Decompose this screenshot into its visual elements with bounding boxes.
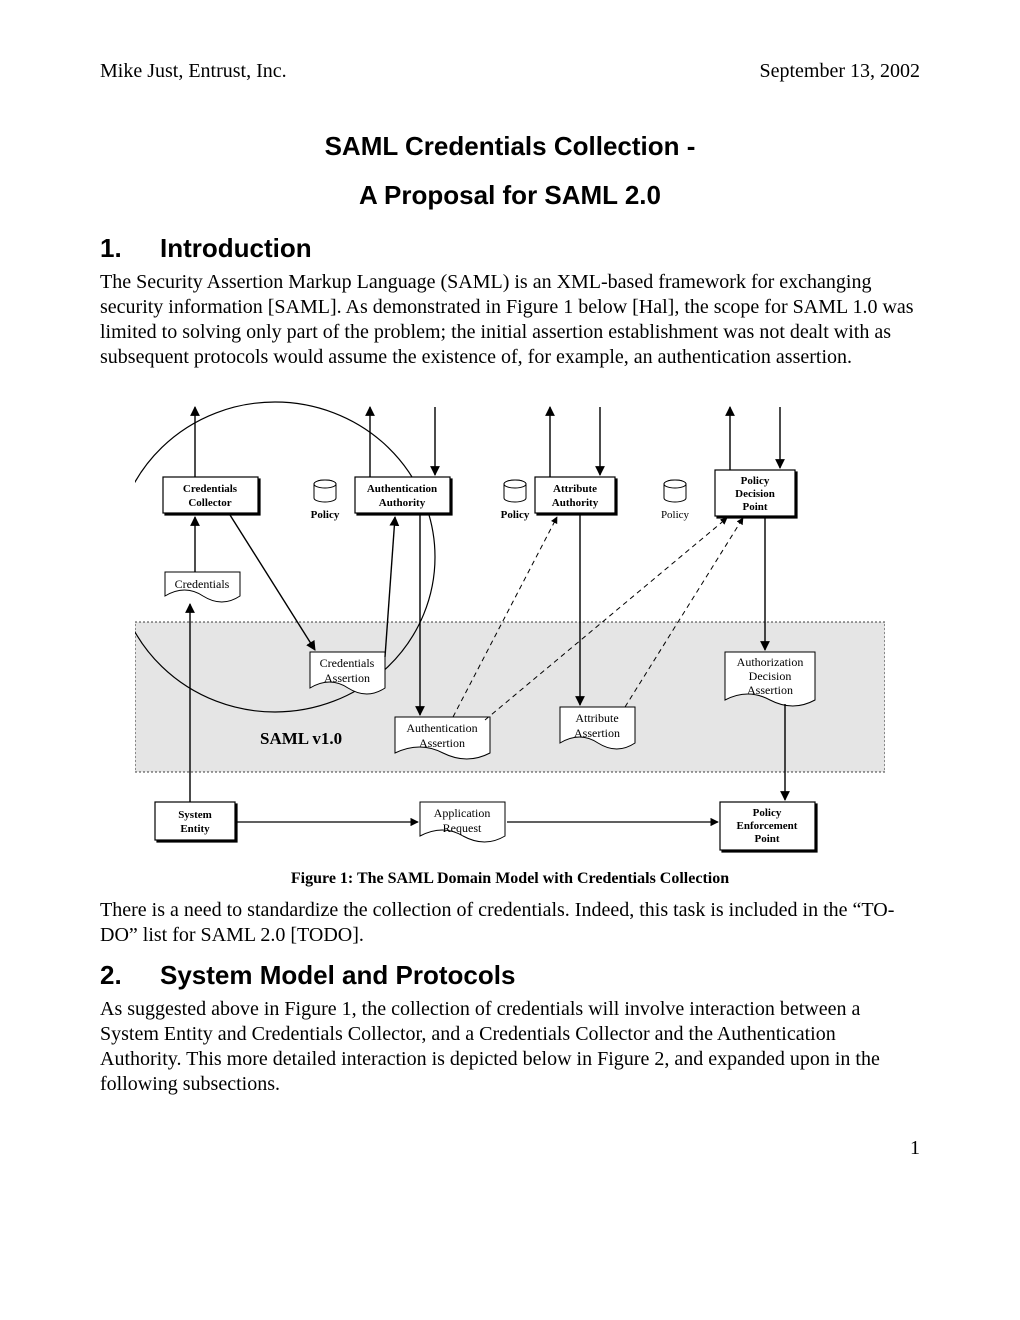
heading-1-number: 1. — [100, 233, 160, 264]
svg-text:System: System — [178, 809, 212, 821]
svg-text:Request: Request — [443, 821, 482, 835]
svg-text:Attribute: Attribute — [575, 711, 618, 725]
policy-cylinder-1: Policy — [311, 480, 340, 521]
svg-text:Assertion: Assertion — [419, 736, 465, 750]
intro-paragraph-1: The Security Assertion Markup Language (… — [100, 270, 920, 370]
svg-text:Assertion: Assertion — [324, 671, 370, 685]
svg-text:Authority: Authority — [552, 497, 599, 509]
title-line-2: A Proposal for SAML 2.0 — [100, 180, 920, 211]
svg-text:Application: Application — [434, 806, 491, 820]
policy-cylinder-2: Policy — [501, 480, 530, 521]
document-page: Mike Just, Entrust, Inc. September 13, 2… — [0, 0, 1020, 1200]
title-line-1: SAML Credentials Collection - — [100, 131, 920, 162]
application-request-doc: Application Request — [420, 802, 505, 842]
header-left: Mike Just, Entrust, Inc. — [100, 60, 287, 83]
figure-1-caption: Figure 1: The SAML Domain Model with Cre… — [100, 870, 920, 888]
heading-1-title: Introduction — [160, 233, 312, 263]
svg-text:Authorization: Authorization — [737, 655, 804, 669]
svg-text:Authentication: Authentication — [406, 721, 477, 735]
policy-decision-point-box: Policy Decision Point — [715, 470, 795, 516]
heading-2-number: 2. — [100, 960, 160, 991]
policy-enforcement-point-box: Policy Enforcement Point — [720, 802, 815, 850]
credentials-doc: Credentials — [165, 572, 240, 602]
policy-cylinder-3: Policy — [661, 480, 690, 521]
svg-text:Decision: Decision — [749, 669, 792, 683]
section-2-paragraph-1: As suggested above in Figure 1, the coll… — [100, 997, 920, 1097]
svg-text:Policy: Policy — [311, 509, 340, 521]
title-block: SAML Credentials Collection - A Proposal… — [100, 131, 920, 211]
svg-text:Point: Point — [742, 501, 767, 513]
saml-band-label: SAML v1.0 — [260, 729, 342, 748]
svg-text:Policy: Policy — [753, 807, 782, 819]
svg-text:Collector: Collector — [188, 497, 231, 509]
header-right: September 13, 2002 — [759, 60, 920, 83]
svg-text:Decision: Decision — [735, 488, 775, 500]
svg-text:Credentials: Credentials — [175, 577, 230, 591]
svg-text:Entity: Entity — [180, 823, 210, 835]
figure-1: SAML v1.0 Credentials Collector Authenti… — [135, 382, 885, 862]
svg-text:Authentication: Authentication — [367, 483, 437, 495]
heading-2: 2.System Model and Protocols — [100, 960, 920, 991]
intro-paragraph-2: There is a need to standardize the colle… — [100, 898, 920, 948]
svg-text:Attribute: Attribute — [553, 483, 597, 495]
heading-1: 1.Introduction — [100, 233, 920, 264]
system-entity-box: System Entity — [155, 802, 235, 840]
credentials-collector-box: Credentials Collector — [163, 477, 258, 513]
svg-text:Policy: Policy — [661, 509, 690, 521]
svg-text:Policy: Policy — [741, 475, 770, 487]
svg-text:Enforcement: Enforcement — [737, 820, 798, 832]
svg-text:Credentials: Credentials — [320, 656, 375, 670]
svg-text:Policy: Policy — [501, 509, 530, 521]
header-row: Mike Just, Entrust, Inc. September 13, 2… — [100, 60, 920, 83]
svg-text:Authority: Authority — [379, 497, 426, 509]
svg-text:Assertion: Assertion — [574, 726, 620, 740]
heading-2-title: System Model and Protocols — [160, 960, 515, 990]
svg-text:Point: Point — [754, 833, 779, 845]
svg-text:Credentials: Credentials — [183, 483, 238, 495]
authentication-authority-box: Authentication Authority — [355, 477, 450, 513]
attribute-authority-box: Attribute Authority — [535, 477, 615, 513]
svg-text:Assertion: Assertion — [747, 683, 793, 697]
page-number: 1 — [100, 1137, 920, 1160]
